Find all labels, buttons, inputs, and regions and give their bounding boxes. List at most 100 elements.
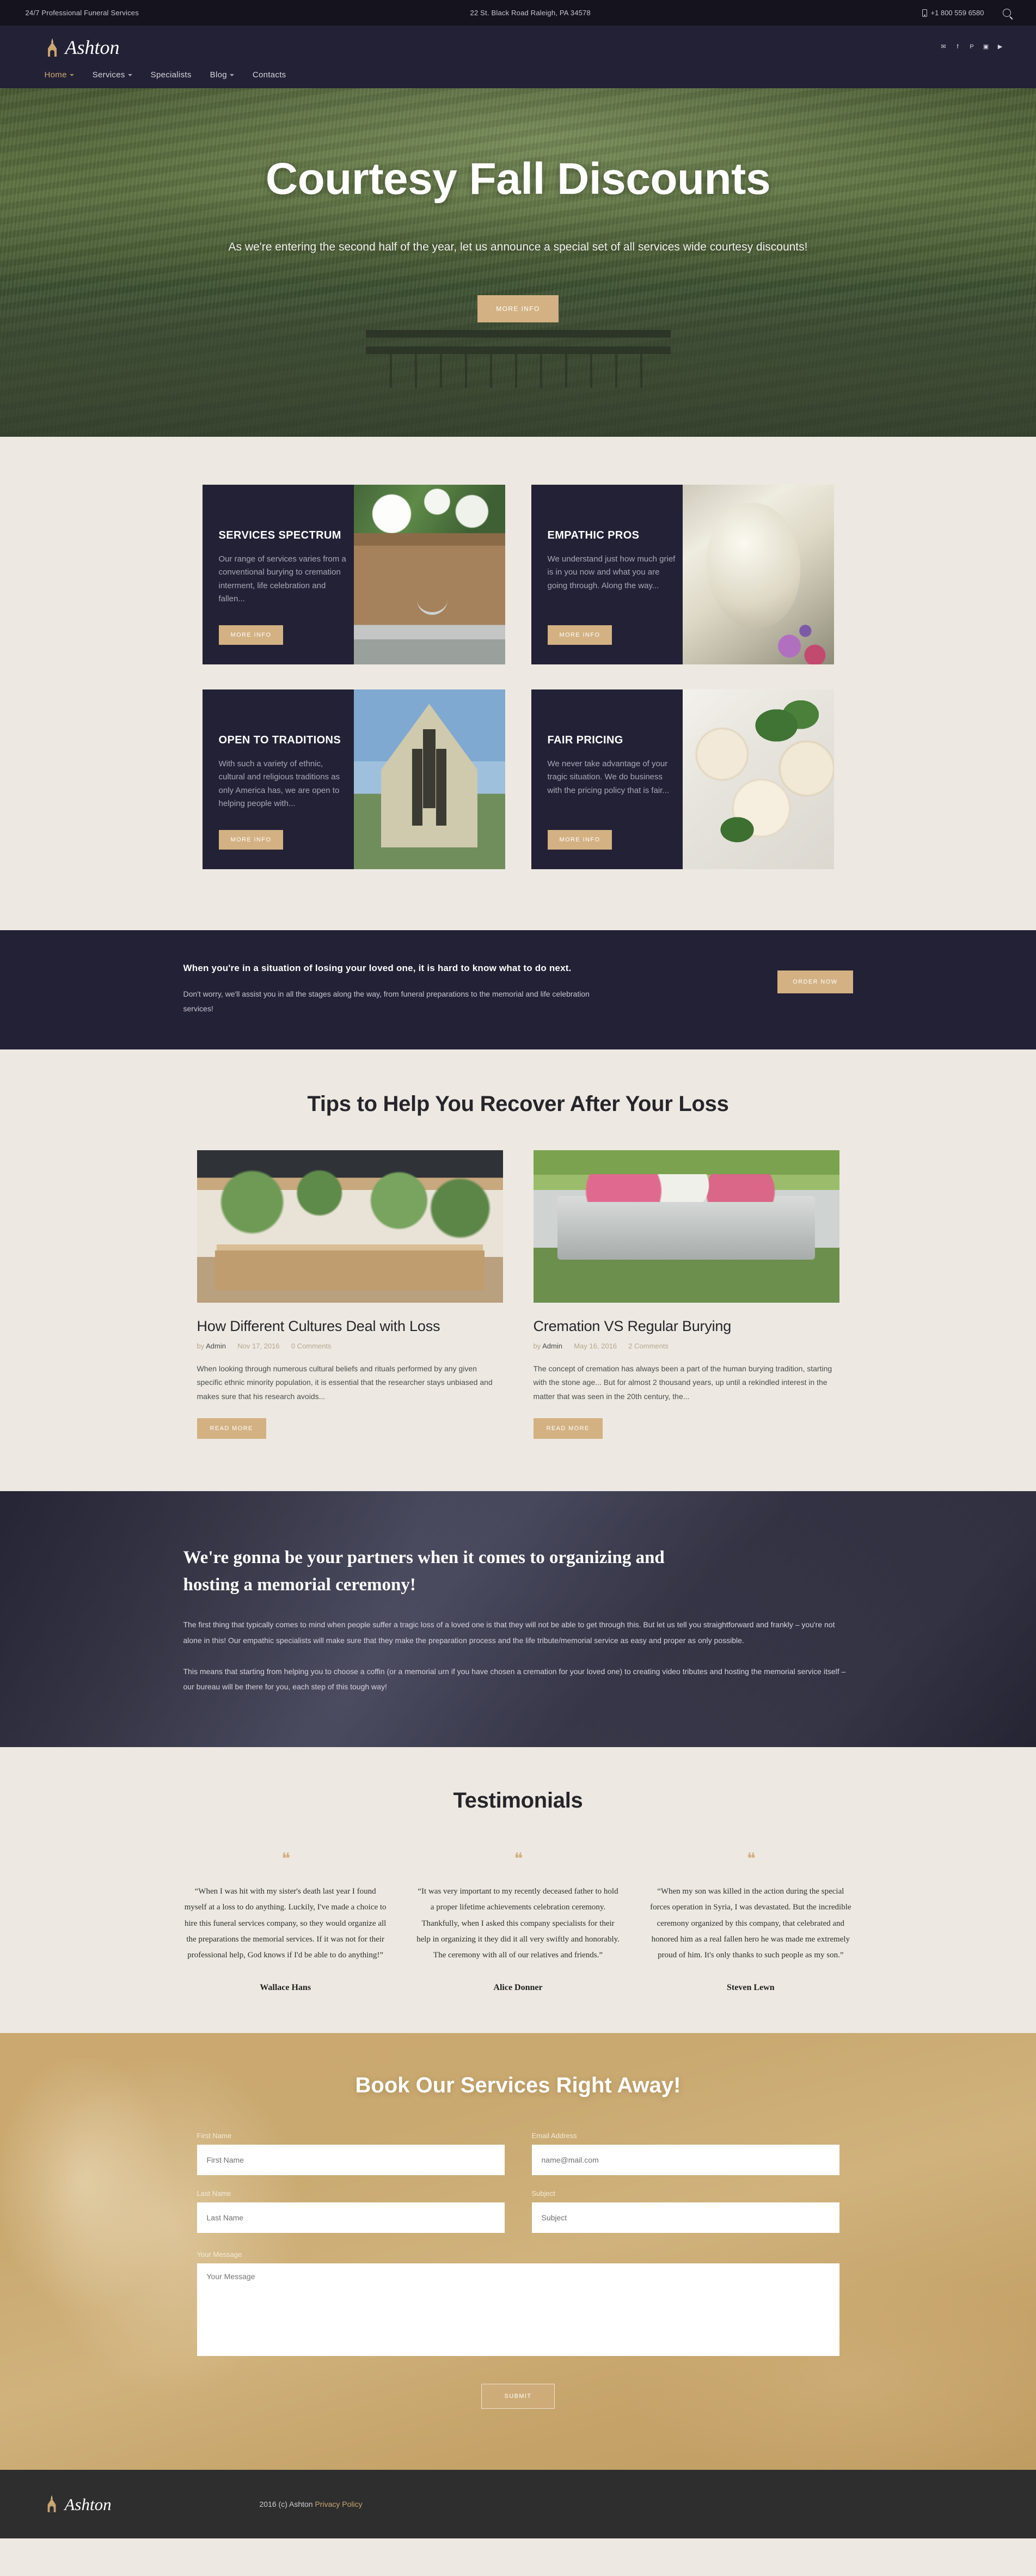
card-body: With such a variety of ethnic, cultural …: [218, 759, 340, 808]
quote-icon: ❝: [514, 1850, 523, 1869]
message-label: Your Message: [197, 2250, 242, 2259]
site-logo[interactable]: Ashton: [26, 38, 120, 57]
service-card-open-to-traditions[interactable]: OPEN TO TRADITIONS With such a variety o…: [202, 689, 505, 869]
casket-with-flowers-image[interactable]: [533, 1150, 839, 1303]
service-card-empathic-pros[interactable]: EMPATHIC PROS We understand just how muc…: [531, 485, 834, 664]
white-roses-image: [682, 689, 834, 869]
post-by-label: by: [533, 1341, 541, 1350]
church-logo-icon: [45, 2495, 60, 2513]
testimonial-author: Steven Lewn: [727, 1983, 775, 1993]
post-date: May 16, 2016: [574, 1341, 617, 1350]
partners-paragraph-1: The first thing that typically comes to …: [183, 1620, 835, 1645]
top-bar: 24/7 Professional Funeral Services 22 St…: [0, 0, 1036, 26]
nav-label-blog: Blog: [210, 70, 227, 80]
angel-statue-image: [682, 485, 834, 664]
blog-post-card: How Different Cultures Deal with Loss by…: [197, 1150, 503, 1439]
blog-section: Tips to Help You Recover After Your Loss…: [0, 1049, 1036, 1492]
nav-label-home: Home: [44, 70, 67, 80]
post-title[interactable]: Cremation VS Regular Burying: [534, 1318, 839, 1335]
church-logo-icon: [45, 38, 60, 57]
card-more-info-button[interactable]: MORE INFO: [547, 830, 612, 850]
post-author[interactable]: Admin: [206, 1342, 226, 1350]
card-body: We never take advantage of your tragic s…: [547, 759, 669, 795]
brand-name: Ashton: [65, 36, 120, 58]
hero-banner: Courtesy Fall Discounts As we're enterin…: [0, 88, 1036, 437]
post-meta: by Admin Nov 17, 2016 0 Comments: [197, 1342, 503, 1350]
service-card-services-spectrum[interactable]: SERVICES SPECTRUM Our range of services …: [202, 485, 505, 664]
hero-more-info-button[interactable]: MORE INFO: [477, 295, 559, 323]
flower-shop-interior-image[interactable]: [197, 1150, 503, 1303]
blog-section-title: Tips to Help You Recover After Your Loss: [307, 1091, 729, 1116]
instagram-icon[interactable]: ▣: [982, 43, 990, 51]
email-label: Email Address: [531, 2132, 577, 2140]
testimonials-title: Testimonials: [453, 1788, 583, 1813]
booking-title: Book Our Services Right Away!: [355, 2073, 681, 2098]
privacy-policy-link[interactable]: Privacy Policy: [315, 2500, 362, 2508]
phone-icon: [922, 9, 927, 17]
nav-label-contacts: Contacts: [252, 70, 286, 80]
testimonial-author: Wallace Hans: [260, 1983, 311, 1993]
cta-band: When you're in a situation of losing you…: [0, 930, 1036, 1049]
nav-item-contacts[interactable]: Contacts: [253, 70, 286, 80]
nav-label-services: Services: [92, 70, 125, 80]
first-name-input[interactable]: [197, 2145, 505, 2176]
post-comments[interactable]: 2 Comments: [628, 1342, 669, 1350]
youtube-icon[interactable]: ▶: [996, 43, 1004, 51]
booking-section: Book Our Services Right Away! First Name…: [0, 2033, 1036, 2470]
top-bar-phone[interactable]: +1 800 559 6580: [922, 9, 984, 17]
nav-label-specialists: Specialists: [150, 70, 192, 80]
read-more-button[interactable]: READ MORE: [197, 1418, 266, 1439]
card-title: FAIR PRICING: [547, 734, 623, 746]
search-icon[interactable]: [1002, 9, 1011, 17]
post-comments[interactable]: 0 Comments: [291, 1342, 332, 1350]
hero-subtitle: As we're entering the second half of the…: [228, 241, 808, 253]
card-more-info-button[interactable]: MORE INFO: [218, 625, 284, 645]
facebook-icon[interactable]: f: [954, 43, 962, 51]
message-textarea[interactable]: [197, 2263, 839, 2357]
twitter-icon[interactable]: ✉: [940, 43, 948, 51]
post-date: Nov 17, 2016: [237, 1341, 280, 1350]
testimonial-item: ❝ “When I was hit with my sister's death…: [183, 1851, 388, 1993]
subject-input[interactable]: [531, 2202, 839, 2233]
subject-label: Subject: [531, 2189, 555, 2198]
nav-item-blog[interactable]: Blog: [210, 70, 234, 80]
testimonial-text: “When my son was killed in the action du…: [650, 1887, 851, 1960]
testimonial-author: Alice Donner: [493, 1983, 543, 1993]
testimonials-section: Testimonials ❝ “When I was hit with my s…: [0, 1747, 1036, 2034]
footer-brand-name: Ashton: [64, 2494, 112, 2514]
hero-bench-decoration: [365, 330, 671, 401]
read-more-button[interactable]: READ MORE: [533, 1418, 603, 1439]
card-body: Our range of services varies from a conv…: [218, 554, 346, 603]
order-now-button[interactable]: ORDER NOW: [777, 970, 853, 993]
card-more-info-button[interactable]: MORE INFO: [547, 625, 612, 645]
post-excerpt: The concept of cremation has always been…: [533, 1364, 832, 1401]
nav-item-home[interactable]: Home: [45, 70, 74, 80]
social-links: ✉ f P ▣ ▶: [940, 38, 1011, 51]
footer-copyright: 2016 (c) Ashton Privacy Policy: [260, 2500, 363, 2508]
service-card-fair-pricing[interactable]: FAIR PRICING We never take advantage of …: [531, 689, 834, 869]
partners-section: We're gonna be your partners when it com…: [0, 1491, 1036, 1748]
cta-paragraph: Don't worry, we'll assist you in all the…: [183, 990, 590, 1014]
cta-heading: When you're in a situation of losing you…: [183, 963, 572, 973]
testimonial-item: ❝ “It was very important to my recently …: [416, 1851, 620, 1993]
blog-post-card: Cremation VS Regular Burying by Admin Ma…: [533, 1150, 839, 1439]
copyright-text: 2016 (c) Ashton: [259, 2500, 313, 2509]
top-bar-tagline: 24/7 Professional Funeral Services: [25, 9, 139, 17]
email-input[interactable]: [531, 2145, 839, 2176]
site-footer: Ashton 2016 (c) Ashton Privacy Policy: [0, 2470, 1036, 2539]
last-name-input[interactable]: [197, 2202, 505, 2233]
church-building-image: [353, 689, 505, 869]
nav-item-services[interactable]: Services: [93, 70, 132, 80]
pinterest-icon[interactable]: P: [968, 43, 976, 51]
nav-item-specialists[interactable]: Specialists: [151, 70, 192, 80]
chevron-down-icon: [127, 74, 132, 76]
submit-button[interactable]: SUBMIT: [481, 2384, 555, 2409]
footer-logo[interactable]: Ashton: [26, 2495, 260, 2513]
card-more-info-button[interactable]: MORE INFO: [218, 830, 284, 850]
main-nav: Home Services Specialists Blog Contacts: [26, 57, 1011, 88]
service-cards-section: SERVICES SPECTRUM Our range of services …: [0, 437, 1036, 930]
chevron-down-icon: [69, 74, 74, 76]
post-author[interactable]: Admin: [542, 1342, 562, 1350]
post-title[interactable]: How Different Cultures Deal with Loss: [197, 1318, 503, 1335]
first-name-label: First Name: [197, 2132, 232, 2140]
